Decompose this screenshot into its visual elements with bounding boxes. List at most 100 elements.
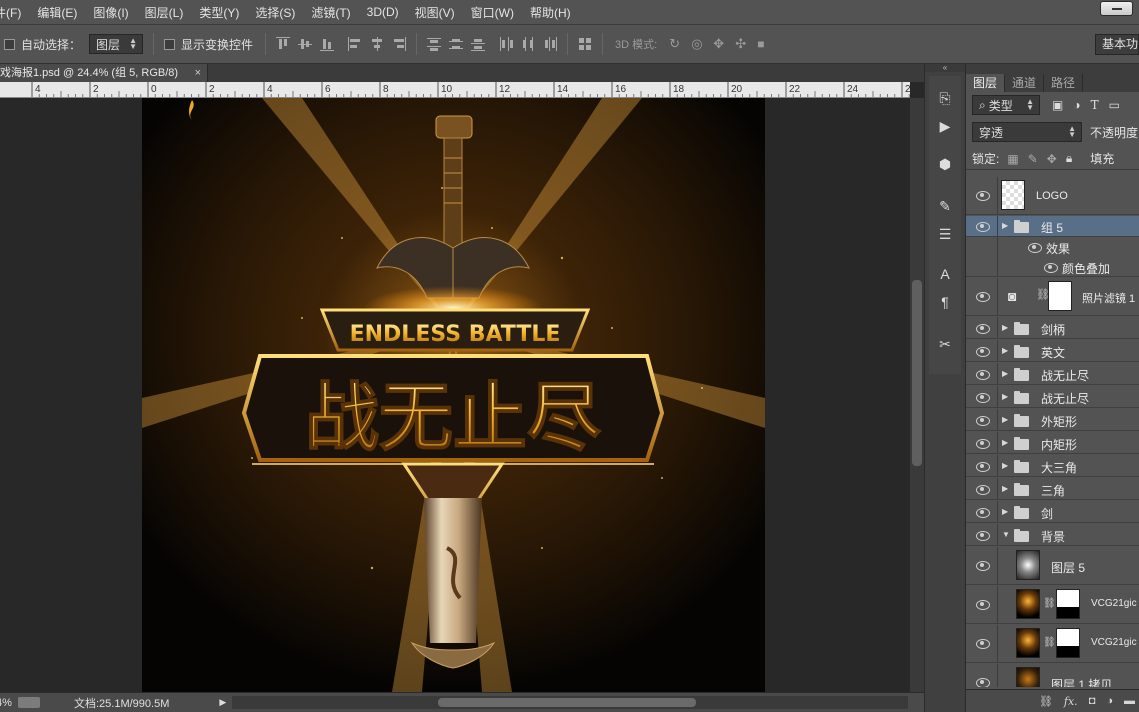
filter-kind-dropdown[interactable]: ⌕ 类型 ▲ ▼ bbox=[972, 95, 1040, 115]
expand-arrow-icon[interactable]: ▶ bbox=[1002, 392, 1008, 401]
visibility-eye-icon[interactable] bbox=[976, 531, 990, 541]
menu-window[interactable]: 窗口(W) bbox=[463, 4, 522, 21]
menu-view[interactable]: 视图(V) bbox=[407, 4, 463, 21]
align-horizontal-centers-icon[interactable] bbox=[370, 37, 384, 51]
history-icon[interactable]: ⎘ bbox=[933, 86, 957, 110]
expand-arrow-icon[interactable]: ▶ bbox=[1002, 415, 1008, 424]
effect-visibility-eye-icon[interactable] bbox=[1044, 263, 1058, 273]
align-top-edges-icon[interactable] bbox=[276, 37, 291, 51]
align-bottom-edges-icon[interactable] bbox=[320, 37, 335, 51]
link-layers-icon[interactable]: ⛓ bbox=[1039, 695, 1053, 708]
menu-3d[interactable]: 3D(D) bbox=[359, 5, 407, 19]
expand-arrow-icon[interactable]: ▶ bbox=[1002, 461, 1008, 470]
document-tab[interactable]: 戏海报1.psd @ 24.4% (组 5, RGB/8) × bbox=[0, 64, 208, 82]
effects-visibility-eye-icon[interactable] bbox=[1028, 243, 1042, 253]
menu-help[interactable]: 帮助(H) bbox=[522, 4, 579, 21]
visibility-eye-icon[interactable] bbox=[976, 678, 990, 687]
visibility-eye-icon[interactable] bbox=[976, 191, 990, 201]
new-group-folder-icon[interactable]: ▬ bbox=[1124, 695, 1135, 707]
distribute-bottom-icon[interactable] bbox=[471, 37, 486, 51]
add-mask-icon[interactable]: ◘ bbox=[1089, 695, 1096, 707]
expand-panels-icon[interactable]: « bbox=[925, 64, 965, 72]
layer-row-group[interactable]: ▶ 剑 bbox=[966, 501, 1139, 523]
lock-transparent-icon[interactable]: ▦ bbox=[1007, 152, 1018, 166]
mask-thumbnail[interactable] bbox=[1056, 589, 1080, 619]
show-transform-checkbox[interactable] bbox=[164, 38, 176, 50]
layer-row-group[interactable]: ▶ 三角 bbox=[966, 478, 1139, 500]
distribute-hcenter-icon[interactable] bbox=[521, 37, 535, 51]
menu-select[interactable]: 选择(S) bbox=[247, 4, 303, 21]
visibility-eye-icon[interactable] bbox=[976, 416, 990, 426]
link-icon[interactable]: ⛓ bbox=[1043, 598, 1056, 609]
expand-arrow-icon[interactable]: ▶ bbox=[1002, 507, 1008, 516]
layer-row-masked[interactable]: ⛓ VCG21gic bbox=[966, 586, 1139, 624]
layer-row-pixel[interactable]: 图层 5 bbox=[966, 547, 1139, 585]
layer-effects-row[interactable]: 效果 bbox=[966, 237, 1139, 257]
tab-paths[interactable]: 路径 bbox=[1044, 74, 1084, 92]
filter-adjustment-icon[interactable]: ◑ bbox=[1073, 98, 1080, 112]
3d-cube-icon[interactable]: ⬢ bbox=[933, 152, 957, 176]
layer-row-photo-filter[interactable]: ◙ ⛓ 照片滤镜 1 bbox=[966, 278, 1139, 316]
3d-scale-icon[interactable]: ■ bbox=[757, 37, 771, 51]
actions-play-icon[interactable]: ▶ bbox=[933, 114, 957, 138]
align-right-edges-icon[interactable] bbox=[392, 37, 407, 51]
tab-channels[interactable]: 通道 bbox=[1005, 74, 1045, 92]
layer-row-group[interactable]: ▶ 战无止尽 bbox=[966, 363, 1139, 385]
lock-position-icon[interactable]: ✥ bbox=[1047, 152, 1057, 166]
tool-presets-icon[interactable]: ✂ bbox=[933, 332, 957, 356]
layer-row-group[interactable]: ▶ 战无止尽 bbox=[966, 386, 1139, 408]
mask-thumbnail[interactable] bbox=[1056, 628, 1080, 658]
3d-pan-icon[interactable]: ✥ bbox=[713, 37, 727, 51]
horizontal-scroll-thumb[interactable] bbox=[438, 698, 696, 707]
auto-select-checkbox[interactable] bbox=[4, 38, 15, 50]
distribute-left-icon[interactable] bbox=[499, 37, 514, 51]
visibility-eye-icon[interactable] bbox=[976, 324, 990, 334]
expand-arrow-icon[interactable]: ▶ bbox=[1002, 438, 1008, 447]
distribute-right-icon[interactable] bbox=[543, 37, 558, 51]
tab-layers[interactable]: 图层 bbox=[966, 74, 1006, 92]
filter-type-icon[interactable]: T bbox=[1091, 98, 1099, 112]
vertical-scrollbar[interactable] bbox=[910, 98, 924, 692]
3d-slide-icon[interactable]: ✣ bbox=[735, 37, 749, 51]
navigator-icon[interactable] bbox=[18, 697, 40, 708]
lock-all-icon[interactable]: 🔒︎ bbox=[1066, 151, 1072, 166]
3d-roll-icon[interactable]: ◎ bbox=[691, 37, 705, 51]
distribute-vcenter-icon[interactable] bbox=[449, 37, 464, 51]
visibility-eye-icon[interactable] bbox=[976, 393, 990, 403]
visibility-eye-icon[interactable] bbox=[976, 508, 990, 518]
filter-pixel-icon[interactable]: ▣ bbox=[1052, 98, 1063, 112]
auto-align-layers-icon[interactable] bbox=[578, 37, 592, 51]
layer-row-group-open[interactable]: ▼ 背景 bbox=[966, 524, 1139, 546]
workspace-switcher[interactable]: 基本功 bbox=[1095, 34, 1139, 55]
minimize-button[interactable] bbox=[1100, 1, 1133, 16]
visibility-eye-icon[interactable] bbox=[976, 462, 990, 472]
align-left-edges-icon[interactable] bbox=[348, 37, 362, 51]
visibility-eye-icon[interactable] bbox=[976, 639, 990, 649]
blend-mode-dropdown[interactable]: 穿透 ▲ ▼ bbox=[972, 122, 1082, 142]
distribute-top-icon[interactable] bbox=[427, 37, 442, 51]
expand-arrow-icon[interactable]: ▶ bbox=[1002, 346, 1008, 355]
visibility-eye-icon[interactable] bbox=[976, 347, 990, 357]
filter-shape-icon[interactable]: ▭ bbox=[1109, 98, 1120, 112]
visibility-eye-icon[interactable] bbox=[976, 292, 990, 302]
visibility-eye-icon[interactable] bbox=[976, 485, 990, 495]
menu-layer[interactable]: 图层(L) bbox=[137, 4, 192, 21]
layer-row-group[interactable]: ▶ 内矩形 bbox=[966, 432, 1139, 454]
link-icon[interactable]: ⛓ bbox=[1043, 637, 1056, 648]
layer-row-group-5[interactable]: ▶ 组 5 bbox=[966, 216, 1139, 237]
layer-row-masked[interactable]: ⛓ VCG21gic bbox=[966, 625, 1139, 663]
expand-arrow-icon[interactable]: ▶ bbox=[1002, 369, 1008, 378]
expand-arrow-icon[interactable]: ▶ bbox=[1002, 323, 1008, 332]
layer-row-logo[interactable]: LOGO bbox=[966, 177, 1139, 215]
brush-preset-icon[interactable]: ✎ bbox=[933, 194, 957, 218]
close-tab-icon[interactable]: × bbox=[195, 64, 201, 82]
menu-file[interactable]: 件(F) bbox=[0, 4, 29, 21]
new-adjustment-icon[interactable]: ◑ bbox=[1106, 695, 1113, 707]
auto-select-dropdown[interactable]: 图层 ▲ ▼ bbox=[89, 34, 144, 54]
paragraph-icon[interactable]: ¶ bbox=[933, 290, 957, 314]
collapse-arrow-icon[interactable]: ▼ bbox=[1002, 530, 1010, 539]
fx-icon[interactable]: fx. bbox=[1064, 695, 1078, 708]
menu-image[interactable]: 图像(I) bbox=[85, 4, 136, 21]
layer-row-group[interactable]: ▶ 英文 bbox=[966, 340, 1139, 362]
lock-image-icon[interactable]: ✎ bbox=[1028, 152, 1038, 166]
